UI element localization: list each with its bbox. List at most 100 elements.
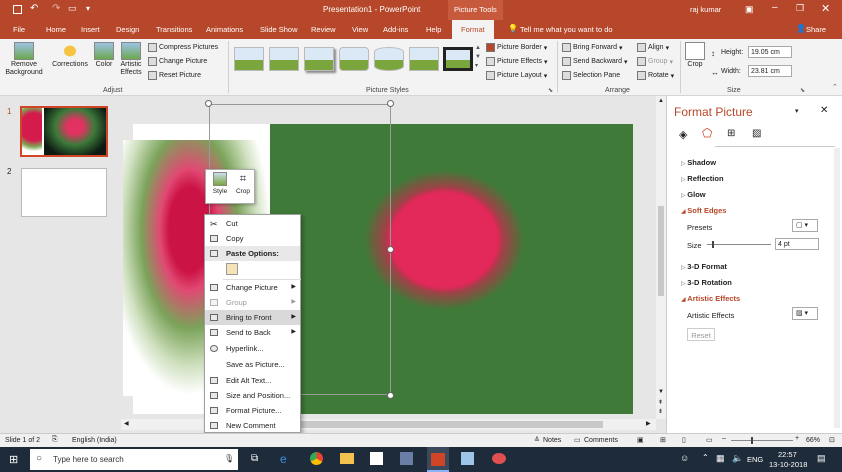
size-slider[interactable] (707, 241, 771, 248)
style-button[interactable]: Style (209, 172, 231, 195)
resize-handle-top-left[interactable] (205, 100, 212, 107)
resize-handle-top-right[interactable] (387, 100, 394, 107)
clock-date[interactable]: 13-10-2018 (769, 460, 807, 469)
tray-arrow-icon[interactable]: ⌃ (702, 453, 709, 462)
width-field[interactable]: 23.81 cm (748, 65, 792, 77)
tab-format[interactable]: Format (452, 20, 494, 39)
spelling-icon[interactable]: ⎘ (52, 436, 58, 444)
people-icon[interactable]: ☺ (680, 453, 689, 463)
dialog-launcher-icon[interactable]: ⬊ (548, 87, 553, 94)
chrome-icon[interactable] (310, 452, 323, 465)
color-button[interactable]: Color (93, 42, 115, 69)
tab-animations[interactable]: Animations (206, 25, 243, 34)
selection-pane-button[interactable]: Selection Pane (562, 71, 620, 80)
menu-item-new-comment[interactable]: New Comment (205, 418, 300, 433)
size-slider-thumb[interactable] (711, 241, 714, 248)
bring-forward-button[interactable]: Bring Forward ▾ (562, 43, 622, 52)
app-icon-2[interactable] (400, 452, 413, 465)
close-icon[interactable]: ✕ (821, 2, 830, 15)
menu-item-group[interactable]: Group ▶ (205, 295, 300, 310)
picture-style-2[interactable] (269, 47, 299, 71)
section-soft-edges[interactable]: ◢ Soft Edges (681, 206, 726, 215)
artistic-effects-button[interactable]: Artistic Effects (117, 42, 145, 77)
taskbar-search[interactable]: ○ Type here to search 🎙 (30, 449, 238, 470)
network-icon[interactable]: ▦ (716, 453, 725, 464)
reset-picture-button[interactable]: Reset Picture (148, 71, 201, 80)
corrections-button[interactable]: Corrections (50, 42, 90, 69)
size-properties-icon[interactable]: ⊞ (727, 128, 735, 139)
change-picture-button[interactable]: Change Picture (148, 57, 207, 66)
notes-button[interactable]: Notes (543, 437, 561, 444)
tab-insert[interactable]: Insert (81, 25, 100, 34)
customize-qat-icon[interactable]: ▾ (86, 4, 90, 13)
present-icon[interactable]: ▭ (68, 3, 77, 14)
tab-file[interactable]: File (13, 25, 25, 34)
height-field[interactable]: 19.05 cm (748, 46, 792, 58)
fit-slide-icon[interactable]: ⊡ (829, 436, 835, 444)
app-icon-1[interactable] (370, 452, 383, 465)
paste-picture-icon[interactable] (226, 263, 238, 275)
menu-item-bring-to-front[interactable]: Bring to Front ▶ (205, 310, 300, 325)
menu-item-format-picture[interactable]: Format Picture... (205, 403, 300, 418)
picture-style-3[interactable] (304, 47, 334, 71)
slide-thumbnail-1[interactable] (20, 106, 108, 157)
normal-view-icon[interactable]: ▣ (637, 436, 644, 444)
picture-tab-icon[interactable]: ▨ (752, 128, 761, 139)
menu-item-hyperlink[interactable]: Hyperlink... (205, 341, 300, 356)
zoom-out-icon[interactable]: – (722, 435, 726, 442)
undo-icon[interactable]: ↶ (30, 3, 38, 14)
styles-scroll-icon[interactable]: ▲ ▼ ▾ (475, 44, 481, 71)
app-icon-3[interactable] (461, 452, 474, 465)
section-3d-format[interactable]: ▷ 3-D Format (681, 262, 727, 271)
presets-dropdown[interactable]: ▢ ▾ (792, 219, 818, 232)
rotate-button[interactable]: Rotate ▾ (637, 71, 674, 80)
task-view-icon[interactable]: ⧉ (251, 453, 258, 464)
fill-line-icon[interactable]: ◈ (679, 128, 687, 141)
tab-add-ins[interactable]: Add-ins (383, 25, 408, 34)
save-icon[interactable] (13, 5, 22, 14)
menu-item-save-as-picture[interactable]: Save as Picture... (205, 357, 300, 372)
slide-sorter-icon[interactable]: ⊞ (660, 436, 666, 444)
crop-mini-button[interactable]: ⌗ Crop (232, 172, 254, 195)
effects-tab-icon[interactable]: ⬠ (702, 126, 712, 140)
tab-review[interactable]: Review (311, 25, 336, 34)
compress-pictures-button[interactable]: Compress Pictures (148, 43, 218, 52)
share-button[interactable]: Share (806, 25, 826, 34)
redo-icon[interactable]: ↷ (52, 3, 60, 14)
tab-transitions[interactable]: Transitions (156, 25, 192, 34)
tab-design[interactable]: Design (116, 25, 139, 34)
section-reflection[interactable]: ▷ Reflection (681, 174, 724, 183)
section-3d-rotation[interactable]: ▷ 3-D Rotation (681, 278, 732, 287)
reset-button[interactable]: Reset (687, 328, 715, 341)
section-artistic-effects[interactable]: ◢ Artistic Effects (681, 294, 740, 303)
remove-background-button[interactable]: Remove Background (3, 42, 45, 77)
picture-style-7[interactable] (443, 47, 473, 71)
zoom-level[interactable]: 66% (806, 437, 820, 444)
menu-item-change-picture[interactable]: Change Picture ▶ (205, 280, 300, 295)
tab-help[interactable]: Help (426, 25, 441, 34)
ribbon-display-icon[interactable]: ▣ (745, 4, 754, 15)
pane-scrollbar[interactable] (834, 148, 840, 428)
app-icon-4[interactable] (492, 453, 506, 464)
slideshow-icon[interactable]: ▭ (706, 436, 713, 444)
align-button[interactable]: Align ▾ (637, 43, 669, 52)
slide-thumbnail-2[interactable] (21, 168, 107, 217)
picture-layout-button[interactable]: Picture Layout ▾ (486, 71, 547, 80)
resize-handle-mid-right[interactable] (387, 246, 394, 253)
send-backward-button[interactable]: Send Backward ▾ (562, 57, 628, 66)
user-name[interactable]: raj kumar (690, 5, 721, 14)
zoom-slider[interactable] (731, 437, 793, 444)
file-explorer-icon[interactable] (340, 453, 354, 464)
vertical-scrollbar[interactable]: ▲ ▼ ⇞ ⇟ (656, 96, 666, 419)
pane-close-icon[interactable]: ✕ (820, 105, 828, 116)
tab-slide-show[interactable]: Slide Show (260, 25, 298, 34)
picture-border-button[interactable]: Picture Border ▾ (486, 43, 547, 52)
minimize-icon[interactable]: – (772, 2, 778, 13)
zoom-in-icon[interactable]: + (795, 435, 799, 442)
tab-view[interactable]: View (352, 25, 368, 34)
menu-item-cut[interactable]: ✂ Cut (205, 216, 300, 231)
language-status[interactable]: English (India) (72, 437, 117, 444)
horizontal-scrollbar[interactable]: ◀ ▶ (121, 419, 656, 430)
menu-item-send-to-back[interactable]: Send to Back ▶ (205, 325, 300, 340)
menu-item-copy[interactable]: Copy (205, 231, 300, 246)
